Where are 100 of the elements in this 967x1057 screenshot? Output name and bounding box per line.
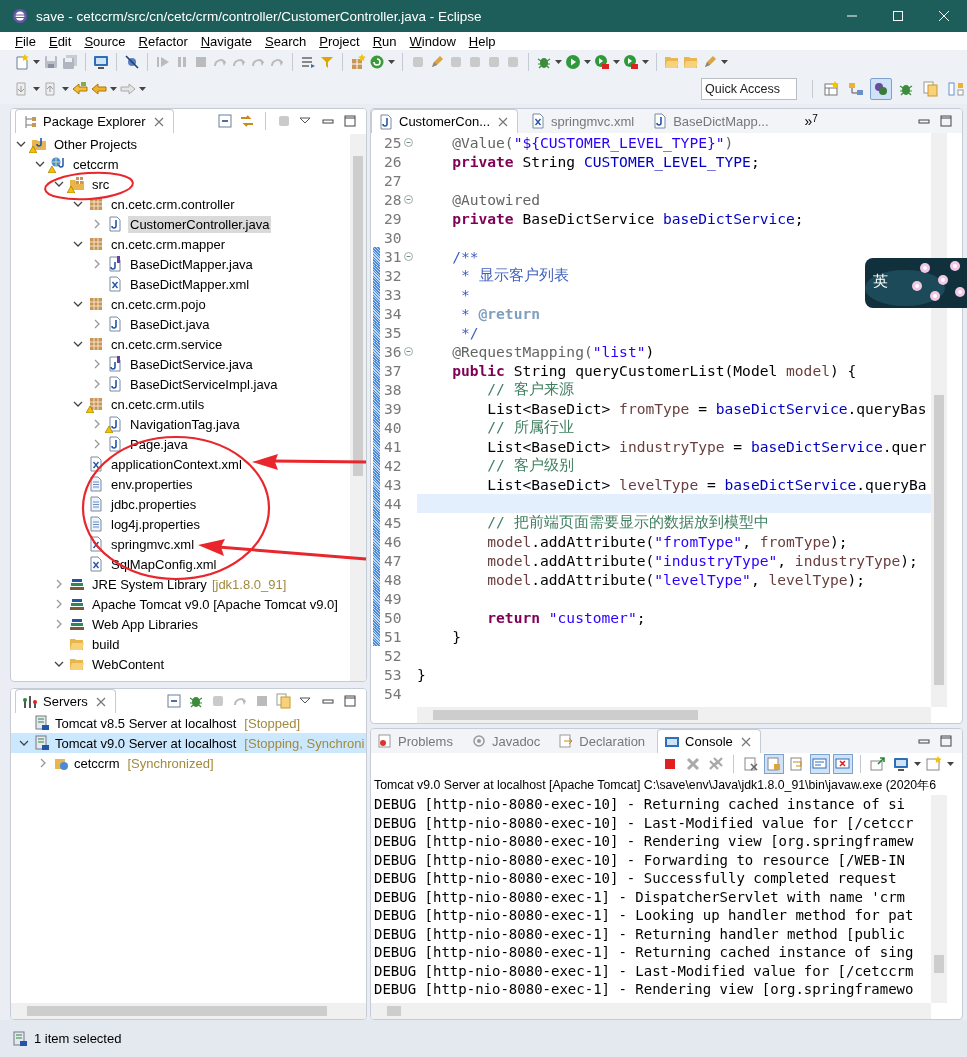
menu-item[interactable]: Navigate (195, 33, 261, 49)
new-package-icon[interactable] (350, 54, 366, 70)
vertical-scrollbar[interactable] (931, 795, 947, 1003)
tree-item[interactable]: Apache Tomcat v9.0 [Apache Tomcat v9.0] (90, 595, 340, 613)
tree-item[interactable]: BaseDictServiceImpl.java (128, 375, 280, 393)
server-row[interactable]: Tomcat v9.0 Server at localhost [Stopping, Synchroni (11, 733, 366, 753)
collapse-all-icon[interactable] (217, 113, 233, 129)
tree-item[interactable]: cn.cetc.crm.utils (109, 395, 207, 413)
tree-item[interactable]: cn.cetc.crm.mapper (109, 235, 228, 253)
chevron-down-icon[interactable] (35, 159, 45, 169)
menu-item[interactable]: Run (367, 33, 405, 49)
chevron-down-icon[interactable] (73, 199, 83, 209)
tree-item[interactable]: Page.java (128, 435, 190, 453)
menu-item[interactable]: Source (79, 33, 134, 49)
folder-icon[interactable] (664, 54, 680, 70)
resume-icon[interactable] (155, 54, 171, 70)
tree-item[interactable]: src (90, 175, 112, 193)
chevron-right-icon[interactable] (92, 379, 102, 389)
pin-icon[interactable] (870, 756, 886, 772)
server-row[interactable]: Tomcat v8.5 Server at localhost [Stopped] (11, 713, 366, 733)
clear-console-icon[interactable] (743, 756, 759, 772)
tree-item[interactable]: cn.cetc.crm.pojo (109, 295, 208, 313)
dropdown-caret-icon[interactable] (33, 87, 40, 91)
refresh-icon[interactable] (369, 54, 385, 70)
dropdown-caret-icon[interactable] (110, 87, 117, 91)
tree-item[interactable]: WebContent (90, 655, 167, 673)
tree-item[interactable]: BaseDictService.java (128, 355, 255, 373)
menu-item[interactable]: Help (463, 33, 504, 49)
files-icon[interactable] (923, 81, 939, 97)
tree-item[interactable]: NavigationTag.java (128, 415, 242, 433)
chevron-right-icon[interactable] (92, 319, 102, 329)
lines-icon[interactable] (300, 54, 316, 70)
toggle-button[interactable] (810, 754, 830, 774)
fold-icon[interactable] (404, 195, 413, 204)
tree-item[interactable]: log4j.properties (109, 515, 202, 533)
maximize-icon[interactable] (342, 693, 358, 709)
tree-item[interactable]: jdbc.properties (109, 495, 199, 513)
filter-icon[interactable] (319, 54, 335, 70)
tree-item[interactable]: Web App Libraries (90, 615, 200, 633)
new-console-icon[interactable] (926, 756, 942, 772)
dropdown-caret-icon[interactable] (33, 60, 40, 64)
menu-item[interactable]: Refactor (133, 33, 196, 49)
word-wrap-icon[interactable] (789, 756, 805, 772)
editor-tab[interactable]: BaseDictMapp... (646, 109, 775, 133)
skip-breakpoints-icon[interactable] (124, 54, 140, 70)
swap-icon[interactable] (948, 81, 964, 97)
dropdown-caret-icon[interactable] (139, 87, 146, 91)
save-all-icon[interactable] (62, 54, 78, 70)
fold-icon[interactable] (404, 138, 413, 147)
folder-icon[interactable] (683, 54, 699, 70)
horizontal-scrollbar[interactable] (11, 1003, 366, 1019)
maximize-icon[interactable] (938, 113, 954, 129)
terminate-icon[interactable] (662, 756, 678, 772)
perspective-button[interactable] (870, 78, 892, 100)
toggle-button[interactable] (764, 754, 784, 774)
chevron-down-icon[interactable] (19, 738, 29, 748)
maximize-icon[interactable] (892, 11, 904, 21)
view-tab[interactable]: Javadoc (464, 729, 547, 753)
editor-tab[interactable]: springmvc.xml (524, 109, 641, 133)
link-icon[interactable] (239, 113, 255, 129)
files-icon[interactable] (276, 693, 292, 709)
dropdown-caret-icon[interactable] (642, 60, 649, 64)
hierarchy-icon[interactable] (848, 81, 864, 97)
tree-item[interactable]: BaseDictMapper.java (128, 255, 255, 273)
open-perspective-icon[interactable] (823, 81, 839, 97)
tree-item[interactable]: cn.cetc.crm.controller (109, 195, 237, 213)
dropdown-caret-icon[interactable] (62, 87, 69, 91)
vertical-scrollbar[interactable] (931, 133, 947, 707)
tree-item[interactable]: applicationContext.xml (109, 455, 244, 473)
tree-item[interactable]: Other Projects (52, 135, 140, 153)
menu-item[interactable]: Edit (43, 33, 80, 49)
monitor-icon[interactable] (893, 756, 909, 772)
quick-access-field[interactable]: Quick Access (701, 78, 797, 100)
chevron-down-icon[interactable] (73, 339, 83, 349)
tree-item[interactable]: springmvc.xml (109, 535, 197, 553)
dropdown-caret-icon[interactable] (388, 60, 395, 64)
menu-item[interactable]: Project (314, 33, 368, 49)
fold-icon[interactable] (404, 347, 413, 356)
view-tab[interactable]: Problems (371, 729, 459, 753)
horizontal-scrollbar[interactable] (417, 707, 931, 723)
dropdown-caret-icon[interactable] (613, 60, 620, 64)
pen-icon[interactable] (429, 54, 445, 70)
maximize-icon[interactable] (938, 733, 954, 749)
view-tab[interactable]: Declaration (552, 729, 652, 753)
server-row[interactable]: cetccrm [Synchronized] (11, 753, 366, 773)
chevron-right-icon[interactable] (54, 579, 64, 589)
chevron-right-icon[interactable] (54, 599, 64, 609)
run-icon[interactable] (565, 54, 581, 70)
dropdown-caret-icon[interactable] (721, 60, 728, 64)
run-tool-icon[interactable] (623, 54, 639, 70)
monitor-icon[interactable] (93, 54, 109, 70)
chevron-down-icon[interactable] (73, 399, 83, 409)
chevron-right-icon[interactable] (92, 439, 102, 449)
view-tab[interactable]: Console (657, 729, 761, 753)
chevron-right-icon[interactable] (54, 619, 64, 629)
tree-item[interactable]: CustomerController.java (128, 215, 272, 233)
close-icon[interactable] (938, 11, 950, 21)
remove-all-icon[interactable] (708, 756, 724, 772)
menu-item[interactable]: File (10, 33, 44, 49)
chevron-down-icon[interactable] (54, 659, 64, 669)
